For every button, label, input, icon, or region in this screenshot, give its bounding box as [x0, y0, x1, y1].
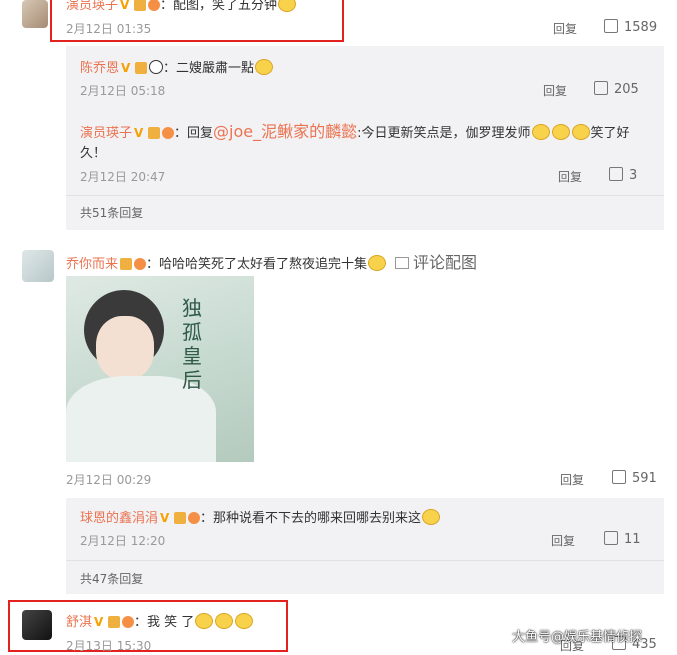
- fan-icon: [122, 616, 135, 628]
- comment-image-link[interactable]: 评论配图: [413, 253, 477, 272]
- mention-link[interactable]: @joe_泥鳅家的麟懿: [213, 122, 357, 141]
- comment-text: ：配图，笑了五分钟: [160, 0, 278, 13]
- reply-button[interactable]: 回复: [543, 82, 567, 99]
- like-count: 1589: [624, 20, 658, 35]
- fan-icon: [148, 0, 161, 11]
- verified-icon: V: [94, 615, 104, 629]
- comment-image[interactable]: 独孤皇后: [66, 276, 254, 462]
- comment-text: ：那种说看不下去的哪来回哪去别来这: [200, 511, 422, 526]
- username[interactable]: 球恩的鑫涓涓: [80, 511, 158, 526]
- thumbs-up-icon: [594, 81, 608, 95]
- like-count: 11: [624, 532, 641, 547]
- like-button[interactable]: 11: [604, 531, 641, 547]
- reply-button[interactable]: 回复: [560, 471, 584, 488]
- username[interactable]: 演员瑛子: [66, 0, 118, 13]
- fan-icon: [134, 258, 147, 270]
- character-face: [96, 316, 154, 380]
- reply-button[interactable]: 回复: [558, 168, 582, 185]
- comment-text: :今日更新笑点是，伽罗理发师: [357, 126, 531, 141]
- comment-text: 久！: [80, 146, 107, 161]
- avatar[interactable]: [22, 610, 52, 640]
- like-count: 3: [629, 168, 638, 183]
- comment-line: 演员瑛子 V ：配图，笑了五分钟: [66, 0, 297, 13]
- laugh-emoji-icon: [571, 124, 590, 140]
- panda-icon: [149, 60, 164, 74]
- timestamp: 2月12日 01:35: [66, 22, 152, 36]
- like-button[interactable]: 1589: [604, 19, 657, 35]
- vip-icon: [108, 616, 121, 628]
- laugh-emoji-icon: [531, 124, 550, 140]
- timestamp: 2月12日 00:29: [66, 473, 152, 487]
- like-button[interactable]: 3: [609, 167, 637, 183]
- username[interactable]: 演员瑛子: [80, 126, 132, 141]
- more-replies-link[interactable]: 共47条回复: [80, 570, 143, 587]
- picture-icon: [395, 257, 410, 269]
- username[interactable]: 陈乔恩: [80, 61, 119, 76]
- laugh-emoji-icon: [551, 124, 570, 140]
- reply-button[interactable]: 回复: [553, 20, 577, 37]
- more-replies-link[interactable]: 共51条回复: [80, 204, 143, 221]
- vip-icon: [120, 258, 133, 270]
- avatar[interactable]: [22, 0, 48, 28]
- username[interactable]: 舒淇: [66, 615, 92, 630]
- timestamp: 2月13日 15:30: [66, 639, 152, 653]
- avatar[interactable]: [22, 250, 54, 282]
- thumbs-up-icon: [609, 167, 623, 181]
- vip-icon: [174, 512, 187, 524]
- fan-icon: [162, 127, 175, 139]
- comment-text: ：我 笑 了: [134, 615, 195, 630]
- verified-icon: V: [160, 511, 170, 525]
- comment-text: 笑了好: [590, 126, 630, 141]
- divider: [66, 560, 664, 561]
- thumbs-up-icon: [604, 19, 618, 33]
- verified-icon: V: [120, 0, 130, 12]
- comment-text: ：哈哈哈笑死了太好看了熬夜追完十集: [146, 257, 368, 272]
- like-count: 591: [632, 471, 657, 486]
- like-button[interactable]: 591: [612, 470, 657, 486]
- verified-icon: V: [134, 126, 144, 140]
- timestamp: 2月12日 05:18: [80, 84, 166, 98]
- thumbs-up-icon: [604, 531, 618, 545]
- username[interactable]: 乔你而来: [66, 257, 118, 272]
- glasses-emoji-icon: [255, 59, 274, 75]
- vip-icon: [135, 62, 148, 74]
- fan-icon: [188, 512, 201, 524]
- watermark: 大鱼号@娱乐基情侦探: [512, 630, 643, 645]
- vip-icon: [148, 127, 161, 139]
- thumbs-up-icon: [612, 470, 626, 484]
- comment-line: 演员瑛子 V ：回复@joe_泥鳅家的麟懿:今日更新笑点是，伽罗理发师 笑了好: [80, 118, 630, 142]
- timestamp: 2月12日 12:20: [80, 534, 166, 548]
- laugh-emoji-icon: [278, 0, 297, 12]
- like-count: 205: [614, 82, 639, 97]
- poster-title: 独孤皇后: [182, 296, 202, 392]
- comment-line: 陈乔恩 V ：二嫂嚴肅一點: [80, 57, 274, 76]
- comment-text: ：二嫂嚴肅一點: [163, 61, 255, 76]
- verified-icon: V: [121, 61, 131, 75]
- timestamp: 2月12日 20:47: [80, 170, 166, 184]
- vip-icon: [134, 0, 147, 11]
- like-button[interactable]: 205: [594, 81, 639, 97]
- comment-line: 乔你而来 ：哈哈哈笑死了太好看了熬夜追完十集 评论配图: [66, 249, 477, 273]
- laugh-emoji-icon: [235, 613, 254, 629]
- comment-text: ：回复: [174, 126, 214, 141]
- comment-line: 舒淇 V ：我 笑 了: [66, 611, 254, 630]
- comment-line: 球恩的鑫涓涓 V ：那种说看不下去的哪来回哪去别来这: [80, 507, 441, 526]
- laugh-emoji-icon: [215, 613, 234, 629]
- divider: [66, 195, 664, 196]
- laugh-emoji-icon: [195, 613, 214, 629]
- laugh-emoji-icon: [422, 509, 441, 525]
- reply-button[interactable]: 回复: [551, 532, 575, 549]
- laugh-emoji-icon: [368, 255, 387, 271]
